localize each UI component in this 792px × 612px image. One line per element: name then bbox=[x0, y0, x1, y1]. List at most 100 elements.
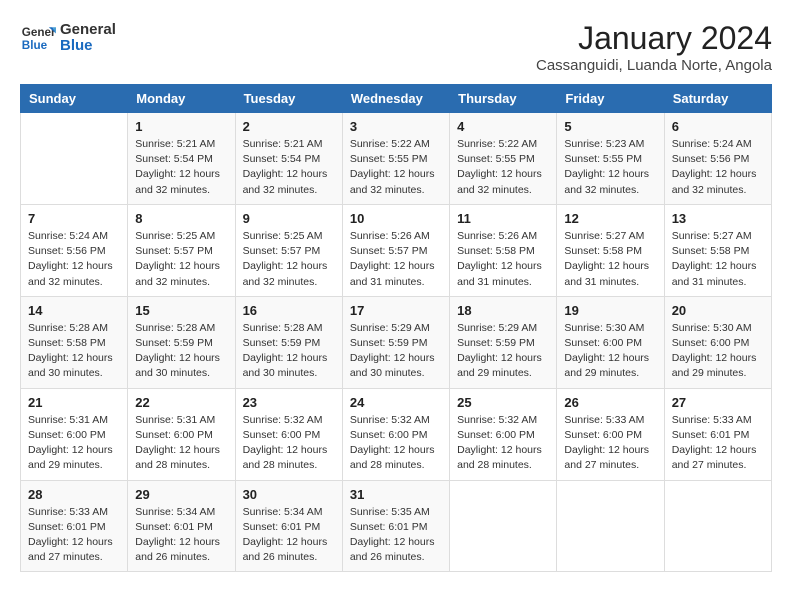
calendar-cell: 2Sunrise: 5:21 AM Sunset: 5:54 PM Daylig… bbox=[235, 113, 342, 205]
calendar-cell: 9 Sunrise: 5:25 AM Sunset: 5:57 PM Daylig… bbox=[235, 204, 342, 296]
day-number: 15 bbox=[135, 303, 227, 318]
calendar-table: SundayMondayTuesdayWednesdayThursdayFrid… bbox=[20, 84, 772, 572]
day-info: Sunrise: 5:26 AM Sunset: 5:57 PM Dayligh… bbox=[350, 229, 442, 290]
calendar-cell: 25 Sunrise: 5:32 AM Sunset: 6:00 PM Dayli… bbox=[450, 388, 557, 480]
header-tuesday: Tuesday bbox=[235, 85, 342, 113]
day-number: 31 bbox=[350, 487, 442, 502]
calendar-cell: 19Sunrise: 5:30 AM Sunset: 6:00 PM Dayli… bbox=[557, 296, 664, 388]
logo-blue: Blue bbox=[60, 38, 116, 55]
day-info: Sunrise: 5:27 AM Sunset: 5:58 PM Dayligh… bbox=[564, 229, 656, 290]
day-number: 16 bbox=[243, 303, 335, 318]
calendar-cell: 4Sunrise: 5:22 AM Sunset: 5:55 PM Daylig… bbox=[450, 113, 557, 205]
page-header: General Blue General Blue January 2024 C… bbox=[20, 20, 772, 74]
day-info: Sunrise: 5:29 AM Sunset: 5:59 PM Dayligh… bbox=[457, 321, 549, 382]
day-number: 20 bbox=[672, 303, 764, 318]
calendar-cell bbox=[664, 480, 771, 572]
day-number: 29 bbox=[135, 487, 227, 502]
week-row-1: 1 Sunrise: 5:21 AM Sunset: 5:54 PM Daylig… bbox=[21, 113, 772, 205]
day-number: 24 bbox=[350, 395, 442, 410]
calendar-cell: 8 Sunrise: 5:25 AM Sunset: 5:57 PM Daylig… bbox=[128, 204, 235, 296]
logo: General Blue General Blue bbox=[20, 20, 116, 56]
day-info: Sunrise: 5:28 AM Sunset: 5:59 PM Dayligh… bbox=[135, 321, 227, 382]
header-thursday: Thursday bbox=[450, 85, 557, 113]
week-row-3: 14Sunrise: 5:28 AM Sunset: 5:58 PM Dayli… bbox=[21, 296, 772, 388]
calendar-cell: 22 Sunrise: 5:31 AM Sunset: 6:00 PM Dayli… bbox=[128, 388, 235, 480]
day-number: 25 bbox=[457, 395, 549, 410]
day-info: Sunrise: 5:34 AM Sunset: 6:01 PM Dayligh… bbox=[243, 505, 335, 566]
day-number: 11 bbox=[457, 211, 549, 226]
day-number: 14 bbox=[28, 303, 120, 318]
calendar-cell: 15 Sunrise: 5:28 AM Sunset: 5:59 PM Dayli… bbox=[128, 296, 235, 388]
day-info: Sunrise: 5:21 AM Sunset: 5:54 PM Dayligh… bbox=[135, 137, 227, 198]
calendar-cell: 13 Sunrise: 5:27 AM Sunset: 5:58 PM Dayli… bbox=[664, 204, 771, 296]
day-info: Sunrise: 5:30 AM Sunset: 6:00 PM Dayligh… bbox=[564, 321, 656, 382]
month-year-title: January 2024 bbox=[536, 20, 772, 57]
svg-text:Blue: Blue bbox=[22, 39, 48, 52]
calendar-cell: 26Sunrise: 5:33 AM Sunset: 6:00 PM Dayli… bbox=[557, 388, 664, 480]
header-monday: Monday bbox=[128, 85, 235, 113]
day-number: 1 bbox=[135, 119, 227, 134]
day-info: Sunrise: 5:25 AM Sunset: 5:57 PM Dayligh… bbox=[243, 229, 335, 290]
day-info: Sunrise: 5:34 AM Sunset: 6:01 PM Dayligh… bbox=[135, 505, 227, 566]
day-info: Sunrise: 5:35 AM Sunset: 6:01 PM Dayligh… bbox=[350, 505, 442, 566]
day-info: Sunrise: 5:33 AM Sunset: 6:01 PM Dayligh… bbox=[28, 505, 120, 566]
calendar-cell bbox=[557, 480, 664, 572]
calendar-cell: 29 Sunrise: 5:34 AM Sunset: 6:01 PM Dayli… bbox=[128, 480, 235, 572]
calendar-header-row: SundayMondayTuesdayWednesdayThursdayFrid… bbox=[21, 85, 772, 113]
calendar-cell: 18 Sunrise: 5:29 AM Sunset: 5:59 PM Dayli… bbox=[450, 296, 557, 388]
day-number: 17 bbox=[350, 303, 442, 318]
header-sunday: Sunday bbox=[21, 85, 128, 113]
day-number: 5 bbox=[564, 119, 656, 134]
day-number: 6 bbox=[672, 119, 764, 134]
day-number: 28 bbox=[28, 487, 120, 502]
calendar-cell: 14Sunrise: 5:28 AM Sunset: 5:58 PM Dayli… bbox=[21, 296, 128, 388]
calendar-cell: 17Sunrise: 5:29 AM Sunset: 5:59 PM Dayli… bbox=[342, 296, 449, 388]
day-number: 18 bbox=[457, 303, 549, 318]
calendar-cell bbox=[21, 113, 128, 205]
day-number: 22 bbox=[135, 395, 227, 410]
day-info: Sunrise: 5:21 AM Sunset: 5:54 PM Dayligh… bbox=[243, 137, 335, 198]
header-saturday: Saturday bbox=[664, 85, 771, 113]
day-info: Sunrise: 5:32 AM Sunset: 6:00 PM Dayligh… bbox=[350, 413, 442, 474]
calendar-cell: 12 Sunrise: 5:27 AM Sunset: 5:58 PM Dayli… bbox=[557, 204, 664, 296]
day-info: Sunrise: 5:26 AM Sunset: 5:58 PM Dayligh… bbox=[457, 229, 549, 290]
day-info: Sunrise: 5:31 AM Sunset: 6:00 PM Dayligh… bbox=[28, 413, 120, 474]
day-number: 13 bbox=[672, 211, 764, 226]
header-wednesday: Wednesday bbox=[342, 85, 449, 113]
day-number: 27 bbox=[672, 395, 764, 410]
calendar-cell: 1 Sunrise: 5:21 AM Sunset: 5:54 PM Daylig… bbox=[128, 113, 235, 205]
calendar-cell: 30 Sunrise: 5:34 AM Sunset: 6:01 PM Dayli… bbox=[235, 480, 342, 572]
day-number: 8 bbox=[135, 211, 227, 226]
day-number: 9 bbox=[243, 211, 335, 226]
day-number: 23 bbox=[243, 395, 335, 410]
calendar-cell: 27 Sunrise: 5:33 AM Sunset: 6:01 PM Dayli… bbox=[664, 388, 771, 480]
calendar-cell: 11 Sunrise: 5:26 AM Sunset: 5:58 PM Dayli… bbox=[450, 204, 557, 296]
logo-general: General bbox=[60, 22, 116, 39]
calendar-cell: 28 Sunrise: 5:33 AM Sunset: 6:01 PM Dayli… bbox=[21, 480, 128, 572]
day-info: Sunrise: 5:22 AM Sunset: 5:55 PM Dayligh… bbox=[350, 137, 442, 198]
location-subtitle: Cassanguidi, Luanda Norte, Angola bbox=[536, 57, 772, 74]
day-info: Sunrise: 5:32 AM Sunset: 6:00 PM Dayligh… bbox=[457, 413, 549, 474]
day-info: Sunrise: 5:25 AM Sunset: 5:57 PM Dayligh… bbox=[135, 229, 227, 290]
day-number: 3 bbox=[350, 119, 442, 134]
day-info: Sunrise: 5:31 AM Sunset: 6:00 PM Dayligh… bbox=[135, 413, 227, 474]
calendar-cell: 23Sunrise: 5:32 AM Sunset: 6:00 PM Dayli… bbox=[235, 388, 342, 480]
week-row-2: 7Sunrise: 5:24 AM Sunset: 5:56 PM Daylig… bbox=[21, 204, 772, 296]
calendar-cell: 6 Sunrise: 5:24 AM Sunset: 5:56 PM Daylig… bbox=[664, 113, 771, 205]
day-number: 7 bbox=[28, 211, 120, 226]
day-number: 12 bbox=[564, 211, 656, 226]
day-info: Sunrise: 5:28 AM Sunset: 5:59 PM Dayligh… bbox=[243, 321, 335, 382]
week-row-4: 21Sunrise: 5:31 AM Sunset: 6:00 PM Dayli… bbox=[21, 388, 772, 480]
day-info: Sunrise: 5:27 AM Sunset: 5:58 PM Dayligh… bbox=[672, 229, 764, 290]
day-number: 26 bbox=[564, 395, 656, 410]
day-number: 30 bbox=[243, 487, 335, 502]
calendar-cell bbox=[450, 480, 557, 572]
header-friday: Friday bbox=[557, 85, 664, 113]
day-info: Sunrise: 5:24 AM Sunset: 5:56 PM Dayligh… bbox=[672, 137, 764, 198]
calendar-cell: 5Sunrise: 5:23 AM Sunset: 5:55 PM Daylig… bbox=[557, 113, 664, 205]
calendar-cell: 3 Sunrise: 5:22 AM Sunset: 5:55 PM Daylig… bbox=[342, 113, 449, 205]
calendar-cell: 31 Sunrise: 5:35 AM Sunset: 6:01 PM Dayli… bbox=[342, 480, 449, 572]
calendar-cell: 24 Sunrise: 5:32 AM Sunset: 6:00 PM Dayli… bbox=[342, 388, 449, 480]
day-info: Sunrise: 5:30 AM Sunset: 6:00 PM Dayligh… bbox=[672, 321, 764, 382]
day-info: Sunrise: 5:33 AM Sunset: 6:01 PM Dayligh… bbox=[672, 413, 764, 474]
